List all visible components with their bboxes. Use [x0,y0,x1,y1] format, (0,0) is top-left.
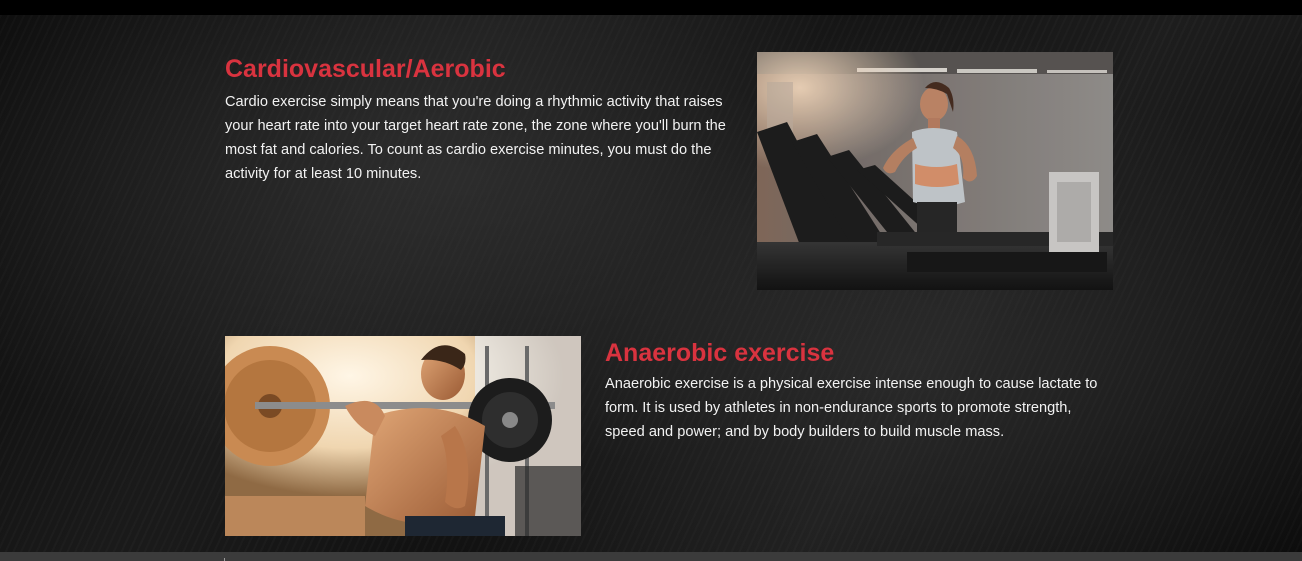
treadmill-runner-image [757,52,1113,290]
page: Cardiovascular/Aerobic Cardio exercise s… [0,0,1302,561]
horizontal-scrollbar[interactable] [0,552,1302,561]
cardio-heading: Cardiovascular/Aerobic [225,55,506,83]
anaerobic-heading: Anaerobic exercise [605,339,835,367]
barbell-squat-image [225,336,581,536]
cardio-description: Cardio exercise simply means that you're… [225,94,726,182]
anaerobic-description: Anaerobic exercise is a physical exercis… [605,376,1098,440]
